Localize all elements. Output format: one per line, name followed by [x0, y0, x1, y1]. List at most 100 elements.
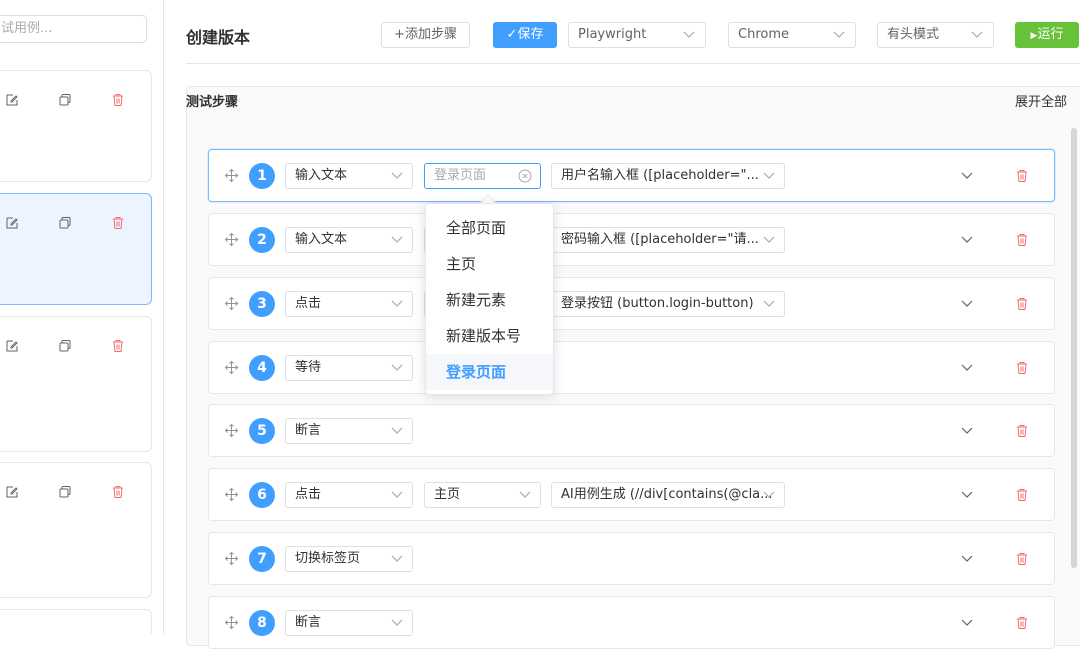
save-button[interactable]: ✓保存 [493, 22, 557, 48]
page-select-dropdown: 全部页面 主页 新建元素 新建版本号 登录页面 [425, 203, 554, 395]
chevron-down-icon[interactable] [961, 172, 973, 180]
element-select[interactable]: 密码输入框 ([placeholder="请... [551, 227, 785, 253]
element-select[interactable]: 登录按钮 (button.login-button) [551, 291, 785, 317]
action-select[interactable]: 输入文本 [285, 163, 413, 189]
delete-icon[interactable] [1015, 424, 1029, 438]
chevron-down-icon[interactable] [961, 491, 973, 499]
action-select[interactable]: 切换标签页 [285, 546, 413, 572]
copy-icon[interactable] [58, 93, 72, 107]
mode-select[interactable]: 有头模式 [877, 22, 994, 48]
element-select[interactable]: AI用例生成 (//div[contains(@cla... [551, 482, 785, 508]
step-row: 8 断言 [208, 596, 1055, 649]
edit-icon[interactable] [5, 216, 19, 230]
action-select[interactable]: 断言 [285, 610, 413, 636]
chevron-down-icon[interactable] [961, 300, 973, 308]
chevron-down-icon [763, 491, 775, 498]
header-divider [186, 63, 1080, 64]
chevron-down-icon[interactable] [961, 236, 973, 244]
chevron-down-icon [763, 172, 775, 179]
delete-icon[interactable] [111, 216, 125, 230]
delete-icon[interactable] [1015, 361, 1029, 375]
chevron-down-icon [391, 364, 403, 371]
clear-icon[interactable] [518, 169, 532, 183]
chevron-down-icon [971, 31, 983, 38]
chevron-down-icon [763, 300, 775, 307]
chevron-down-icon [763, 236, 775, 243]
step-number: 5 [249, 418, 275, 444]
step-number: 2 [249, 227, 275, 253]
delete-icon[interactable] [1015, 488, 1029, 502]
step-row: 6 点击 主页 AI用例生成 (//div[contains(@cla... [208, 468, 1055, 521]
check-icon: ✓ [506, 27, 518, 42]
page-title: 创建版本 [186, 28, 251, 47]
drag-handle-icon[interactable] [225, 552, 238, 565]
chevron-down-icon[interactable] [961, 619, 973, 627]
action-select[interactable]: 点击 [285, 291, 413, 317]
copy-icon[interactable] [58, 216, 72, 230]
step-number: 1 [249, 163, 275, 189]
delete-icon[interactable] [1015, 552, 1029, 566]
delete-icon[interactable] [1015, 616, 1029, 630]
delete-icon[interactable] [1015, 233, 1029, 247]
chevron-down-icon [391, 555, 403, 562]
page-select[interactable]: 主页 [424, 482, 541, 508]
engine-select-value: Playwright [578, 27, 647, 42]
dropdown-option[interactable]: 主页 [426, 246, 553, 282]
add-step-button[interactable]: +添加步骤 [381, 22, 470, 48]
chevron-down-icon [391, 427, 403, 434]
drag-handle-icon[interactable] [225, 169, 238, 182]
chevron-down-icon [519, 491, 531, 498]
drag-handle-icon[interactable] [225, 488, 238, 501]
element-select[interactable]: 用户名输入框 ([placeholder="... [551, 163, 785, 189]
element-select-value: AI用例生成 (//div[contains(@cla... [561, 487, 773, 502]
delete-icon[interactable] [111, 93, 125, 107]
step-row: 7 切换标签页 [208, 532, 1055, 585]
case-search-input[interactable]: 试用例... [0, 15, 147, 43]
action-select-value: 输入文本 [295, 232, 348, 247]
expand-all-link[interactable]: 展开全部 [1015, 91, 1067, 110]
case-card-active[interactable] [0, 193, 152, 305]
case-list-sidebar: 试用例... [0, 0, 164, 634]
action-select[interactable]: 输入文本 [285, 227, 413, 253]
delete-icon[interactable] [111, 485, 125, 499]
engine-select[interactable]: Playwright [568, 22, 706, 48]
drag-handle-icon[interactable] [225, 233, 238, 246]
step-row: 1 输入文本 登录页面 用户名输入框 ([placeholder="... [208, 149, 1055, 202]
step-number: 6 [249, 482, 275, 508]
browser-select[interactable]: Chrome [728, 22, 856, 48]
chevron-down-icon[interactable] [961, 427, 973, 435]
chevron-down-icon [833, 31, 845, 38]
dropdown-option[interactable]: 新建元素 [426, 282, 553, 318]
delete-icon[interactable] [111, 339, 125, 353]
drag-handle-icon[interactable] [225, 361, 238, 374]
edit-icon[interactable] [5, 339, 19, 353]
edit-icon[interactable] [5, 93, 19, 107]
drag-handle-icon[interactable] [225, 297, 238, 310]
case-card[interactable] [0, 316, 152, 452]
delete-icon[interactable] [1015, 297, 1029, 311]
action-select-value: 断言 [295, 615, 322, 630]
drag-handle-icon[interactable] [225, 616, 238, 629]
action-select[interactable]: 断言 [285, 418, 413, 444]
run-button[interactable]: ▶运行 [1015, 22, 1079, 48]
step-number: 4 [249, 355, 275, 381]
chevron-down-icon [391, 619, 403, 626]
dropdown-option-selected[interactable]: 登录页面 [426, 354, 553, 390]
chevron-down-icon[interactable] [961, 364, 973, 372]
case-card[interactable] [0, 70, 152, 182]
delete-icon[interactable] [1015, 169, 1029, 183]
copy-icon[interactable] [58, 339, 72, 353]
case-card[interactable] [0, 609, 152, 634]
copy-icon[interactable] [58, 485, 72, 499]
edit-icon[interactable] [5, 485, 19, 499]
action-select[interactable]: 点击 [285, 482, 413, 508]
page-select[interactable]: 登录页面 [424, 163, 541, 189]
drag-handle-icon[interactable] [225, 424, 238, 437]
action-select[interactable]: 等待 [285, 355, 413, 381]
dropdown-option[interactable]: 全部页面 [426, 210, 553, 246]
case-card[interactable] [0, 462, 152, 598]
dropdown-option[interactable]: 新建版本号 [426, 318, 553, 354]
mode-select-value: 有头模式 [887, 27, 940, 42]
steps-scrollbar[interactable] [1071, 128, 1077, 568]
chevron-down-icon[interactable] [961, 555, 973, 563]
